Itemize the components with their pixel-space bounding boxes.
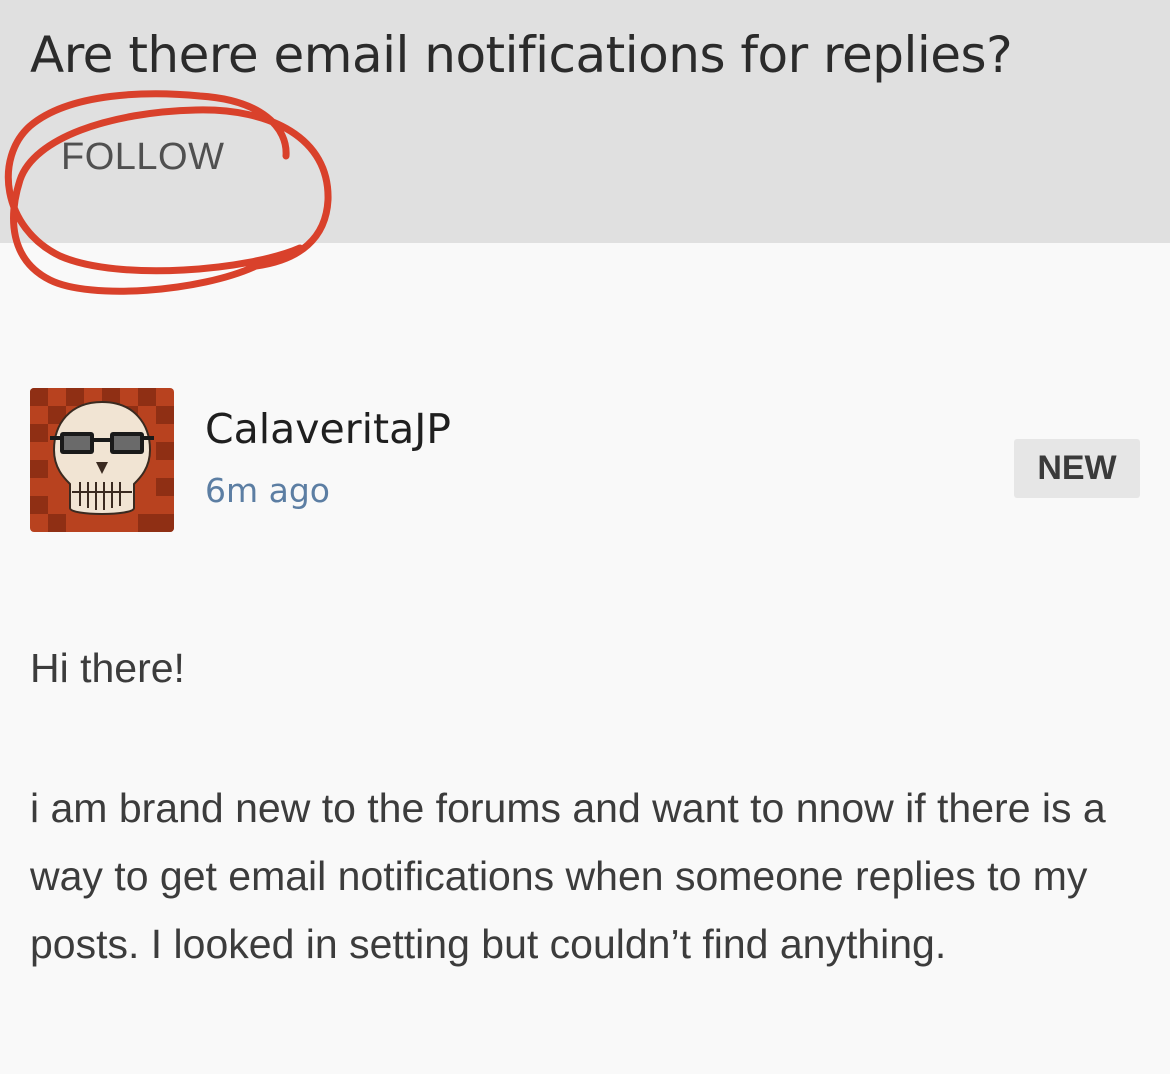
post-greeting: Hi there! <box>30 645 185 691</box>
skull-avatar-icon <box>30 388 174 532</box>
post-paragraph: i am brand new to the forums and want to… <box>30 785 1106 967</box>
post-header: Are there email notifications for replie… <box>0 0 1170 243</box>
post-title: Are there email notifications for replie… <box>30 26 1013 84</box>
post-page: Are there email notifications for replie… <box>0 0 1170 1074</box>
post-timestamp: 6m ago <box>205 471 330 510</box>
author-name[interactable]: CalaveritaJP <box>205 405 451 453</box>
follow-button[interactable]: FOLLOW <box>61 136 224 179</box>
author-avatar[interactable] <box>30 388 174 532</box>
post-body: Hi there! i am brand new to the forums a… <box>30 634 1150 978</box>
new-badge: NEW <box>1014 439 1140 498</box>
